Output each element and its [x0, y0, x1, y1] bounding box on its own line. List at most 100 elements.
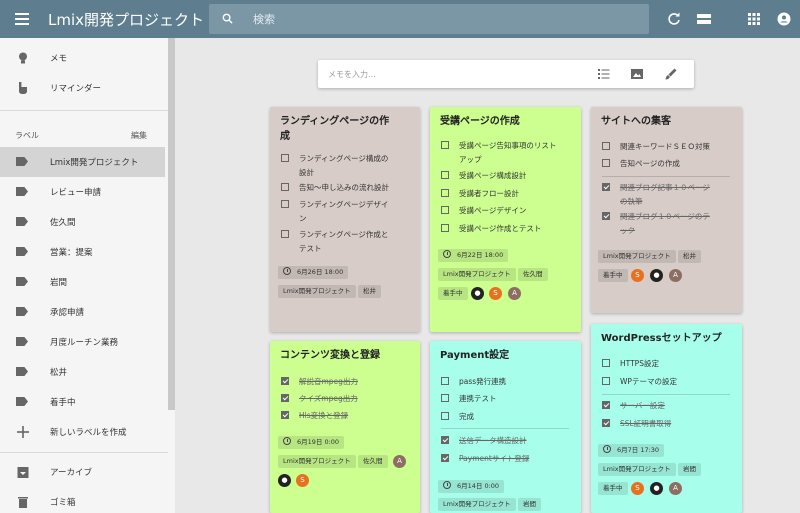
checkbox[interactable] — [441, 171, 449, 179]
reminder-chip[interactable]: 6月26日 18:00 — [278, 266, 349, 279]
checklist-item[interactable]: HTTPS設定 — [602, 357, 730, 371]
create-label-button[interactable]: 新しいラベルを作成 — [0, 417, 165, 447]
collaborator-avatar[interactable]: A — [669, 482, 682, 495]
sidebar-item-label-lmix[interactable]: Lmix開発プロジェクト — [0, 147, 165, 177]
checklist-item[interactable]: Hls変換と登録 — [281, 409, 409, 423]
checkbox[interactable] — [602, 159, 610, 167]
label-chip[interactable]: Lmix開発プロジェクト — [278, 285, 356, 298]
sidebar-item-archive[interactable]: アーカイブ — [0, 457, 165, 487]
label-chip[interactable]: Lmix開発プロジェクト — [278, 455, 356, 468]
checkbox[interactable] — [602, 183, 610, 191]
checkbox[interactable] — [441, 189, 449, 197]
label-chip[interactable]: 松井 — [358, 285, 381, 298]
checklist-item[interactable]: 完成 — [441, 410, 569, 424]
sidebar-item-label-routine[interactable]: 月度ルーチン業務 — [0, 327, 165, 357]
refresh-icon[interactable] — [666, 11, 682, 27]
edit-labels-button[interactable]: 編集 — [131, 130, 147, 141]
image-icon[interactable] — [631, 68, 643, 80]
sidebar-item-trash[interactable]: ゴミ箱 — [0, 487, 165, 513]
checklist-item[interactable]: ランディングページ作成と テスト — [281, 228, 409, 255]
label-chip[interactable]: 岩間 — [678, 463, 701, 476]
take-note-box[interactable] — [318, 60, 694, 88]
collaborator-avatar[interactable]: S — [296, 474, 309, 487]
sidebar-item-label-matsui[interactable]: 松井 — [0, 357, 165, 387]
checklist-item[interactable]: 関連ブログ１０ページのテ ック — [602, 210, 730, 237]
brush-icon[interactable] — [665, 68, 677, 80]
checkbox[interactable] — [281, 183, 289, 191]
checkbox[interactable] — [281, 154, 289, 162]
checklist-item[interactable]: Paymentサイト登録 — [441, 452, 569, 466]
checkbox[interactable] — [281, 230, 289, 238]
label-chip[interactable]: 佐久間 — [358, 455, 388, 468]
checklist-item[interactable]: 関連ブログ記事１０ページ の執筆 — [602, 181, 730, 208]
sidebar-item-label-sakuma[interactable]: 佐久間 — [0, 207, 165, 237]
checkbox[interactable] — [441, 412, 449, 420]
checklist-item[interactable]: 送信データ構造設計 — [441, 434, 569, 448]
collaborator-avatar[interactable]: ● — [471, 287, 484, 300]
checkbox[interactable] — [602, 377, 610, 385]
note-card[interactable]: 受講ページの作成 受講ページ告知事項のリスト アップ 受講ページ構成設計 受講者フ… — [430, 107, 581, 332]
sidebar-item-label-review[interactable]: レビュー申請 — [0, 177, 165, 207]
checklist-item[interactable]: 関連キーワードＳＥＯ対策 — [602, 140, 730, 154]
sidebar-item-label-approval[interactable]: 承認申請 — [0, 297, 165, 327]
checkbox[interactable] — [281, 377, 289, 385]
checklist-item[interactable]: 受講ページ作成とテスト — [441, 222, 569, 236]
checkbox[interactable] — [281, 200, 289, 208]
checklist-item[interactable]: 解説音mpeg出力 — [281, 375, 409, 389]
reminder-chip[interactable]: 6月19日 0:00 — [278, 436, 345, 449]
checklist-item[interactable]: 告知〜申し込みの流れ設計 — [281, 181, 409, 195]
label-chip[interactable]: 松井 — [678, 250, 701, 263]
checklist-item[interactable]: pass発行連携 — [441, 375, 569, 389]
sidebar-item-label-inprogress[interactable]: 着手中 — [0, 387, 165, 417]
collaborator-avatar[interactable]: S — [631, 482, 644, 495]
checklist-icon[interactable] — [598, 68, 610, 80]
checklist-item[interactable]: サーバー設定 — [602, 399, 730, 413]
checkbox[interactable] — [602, 401, 610, 409]
list-view-icon[interactable] — [696, 11, 712, 27]
sidebar-scrollbar[interactable] — [168, 38, 175, 410]
checkbox[interactable] — [441, 394, 449, 402]
checklist-item[interactable]: ランディングページデザイン — [281, 198, 409, 225]
checkbox[interactable] — [441, 377, 449, 385]
note-card[interactable]: WordPressセットアップ HTTPS設定 WPテーマの設定 サーバー設定 … — [591, 324, 742, 513]
label-chip[interactable]: 佐久間 — [518, 268, 548, 281]
checklist-item[interactable]: 受講ページ構成設計 — [441, 169, 569, 183]
checkbox[interactable] — [602, 212, 610, 220]
label-chip[interactable]: Lmix開発プロジェクト — [438, 268, 516, 281]
checkbox[interactable] — [281, 411, 289, 419]
checkbox[interactable] — [441, 224, 449, 232]
label-chip[interactable]: 着手中 — [598, 482, 628, 495]
note-card[interactable]: サイトへの集客 関連キーワードＳＥＯ対策 告知ページの作成 関連ブログ記事１０ペ… — [591, 107, 742, 313]
sidebar-item-reminders[interactable]: リマインダー — [0, 73, 165, 103]
note-card[interactable]: Payment設定 pass発行連携 連携テスト 完成 送信データ構造設計 Pa… — [430, 341, 581, 513]
sidebar-item-notes[interactable]: メモ — [0, 43, 165, 73]
sidebar-item-label-sales[interactable]: 営業：提案 — [0, 237, 165, 267]
note-card[interactable]: ランディングページの作成 ランディングページ構成の 設計 告知〜申し込みの流れ設計… — [270, 107, 420, 332]
checklist-item[interactable]: ランディングページ構成の 設計 — [281, 152, 409, 179]
label-chip[interactable]: Lmix開発プロジェクト — [438, 498, 516, 511]
search-input[interactable] — [253, 4, 633, 34]
checklist-item[interactable]: WPテーマの設定 — [602, 375, 730, 389]
checklist-item[interactable]: 受講ページデザイン — [441, 204, 569, 218]
collaborator-avatar[interactable]: S — [631, 269, 644, 282]
checkbox[interactable] — [441, 454, 449, 462]
reminder-chip[interactable]: 6月22日 18:00 — [438, 249, 509, 262]
checkbox[interactable] — [602, 419, 610, 427]
checkbox[interactable] — [441, 206, 449, 214]
search-icon[interactable] — [222, 13, 233, 24]
checklist-item[interactable]: 告知ページの作成 — [602, 157, 730, 171]
checkbox[interactable] — [602, 142, 610, 150]
label-chip[interactable]: Lmix開発プロジェクト — [598, 463, 676, 476]
checklist-item[interactable]: 受講者フロー設計 — [441, 187, 569, 201]
collaborator-avatar[interactable]: A — [393, 455, 406, 468]
reminder-chip[interactable]: 6月7日 17:30 — [598, 444, 665, 457]
collaborator-avatar[interactable]: ● — [650, 269, 663, 282]
checkbox[interactable] — [602, 359, 610, 367]
label-chip[interactable]: 岩間 — [518, 498, 541, 511]
label-chip[interactable]: 着手中 — [438, 287, 468, 300]
collaborator-avatar[interactable]: A — [669, 269, 682, 282]
menu-icon[interactable] — [15, 13, 29, 25]
reminder-chip[interactable]: 6月14日 0:00 — [438, 480, 505, 493]
collaborator-avatar[interactable]: ● — [278, 474, 291, 487]
label-chip[interactable]: 着手中 — [598, 269, 628, 282]
